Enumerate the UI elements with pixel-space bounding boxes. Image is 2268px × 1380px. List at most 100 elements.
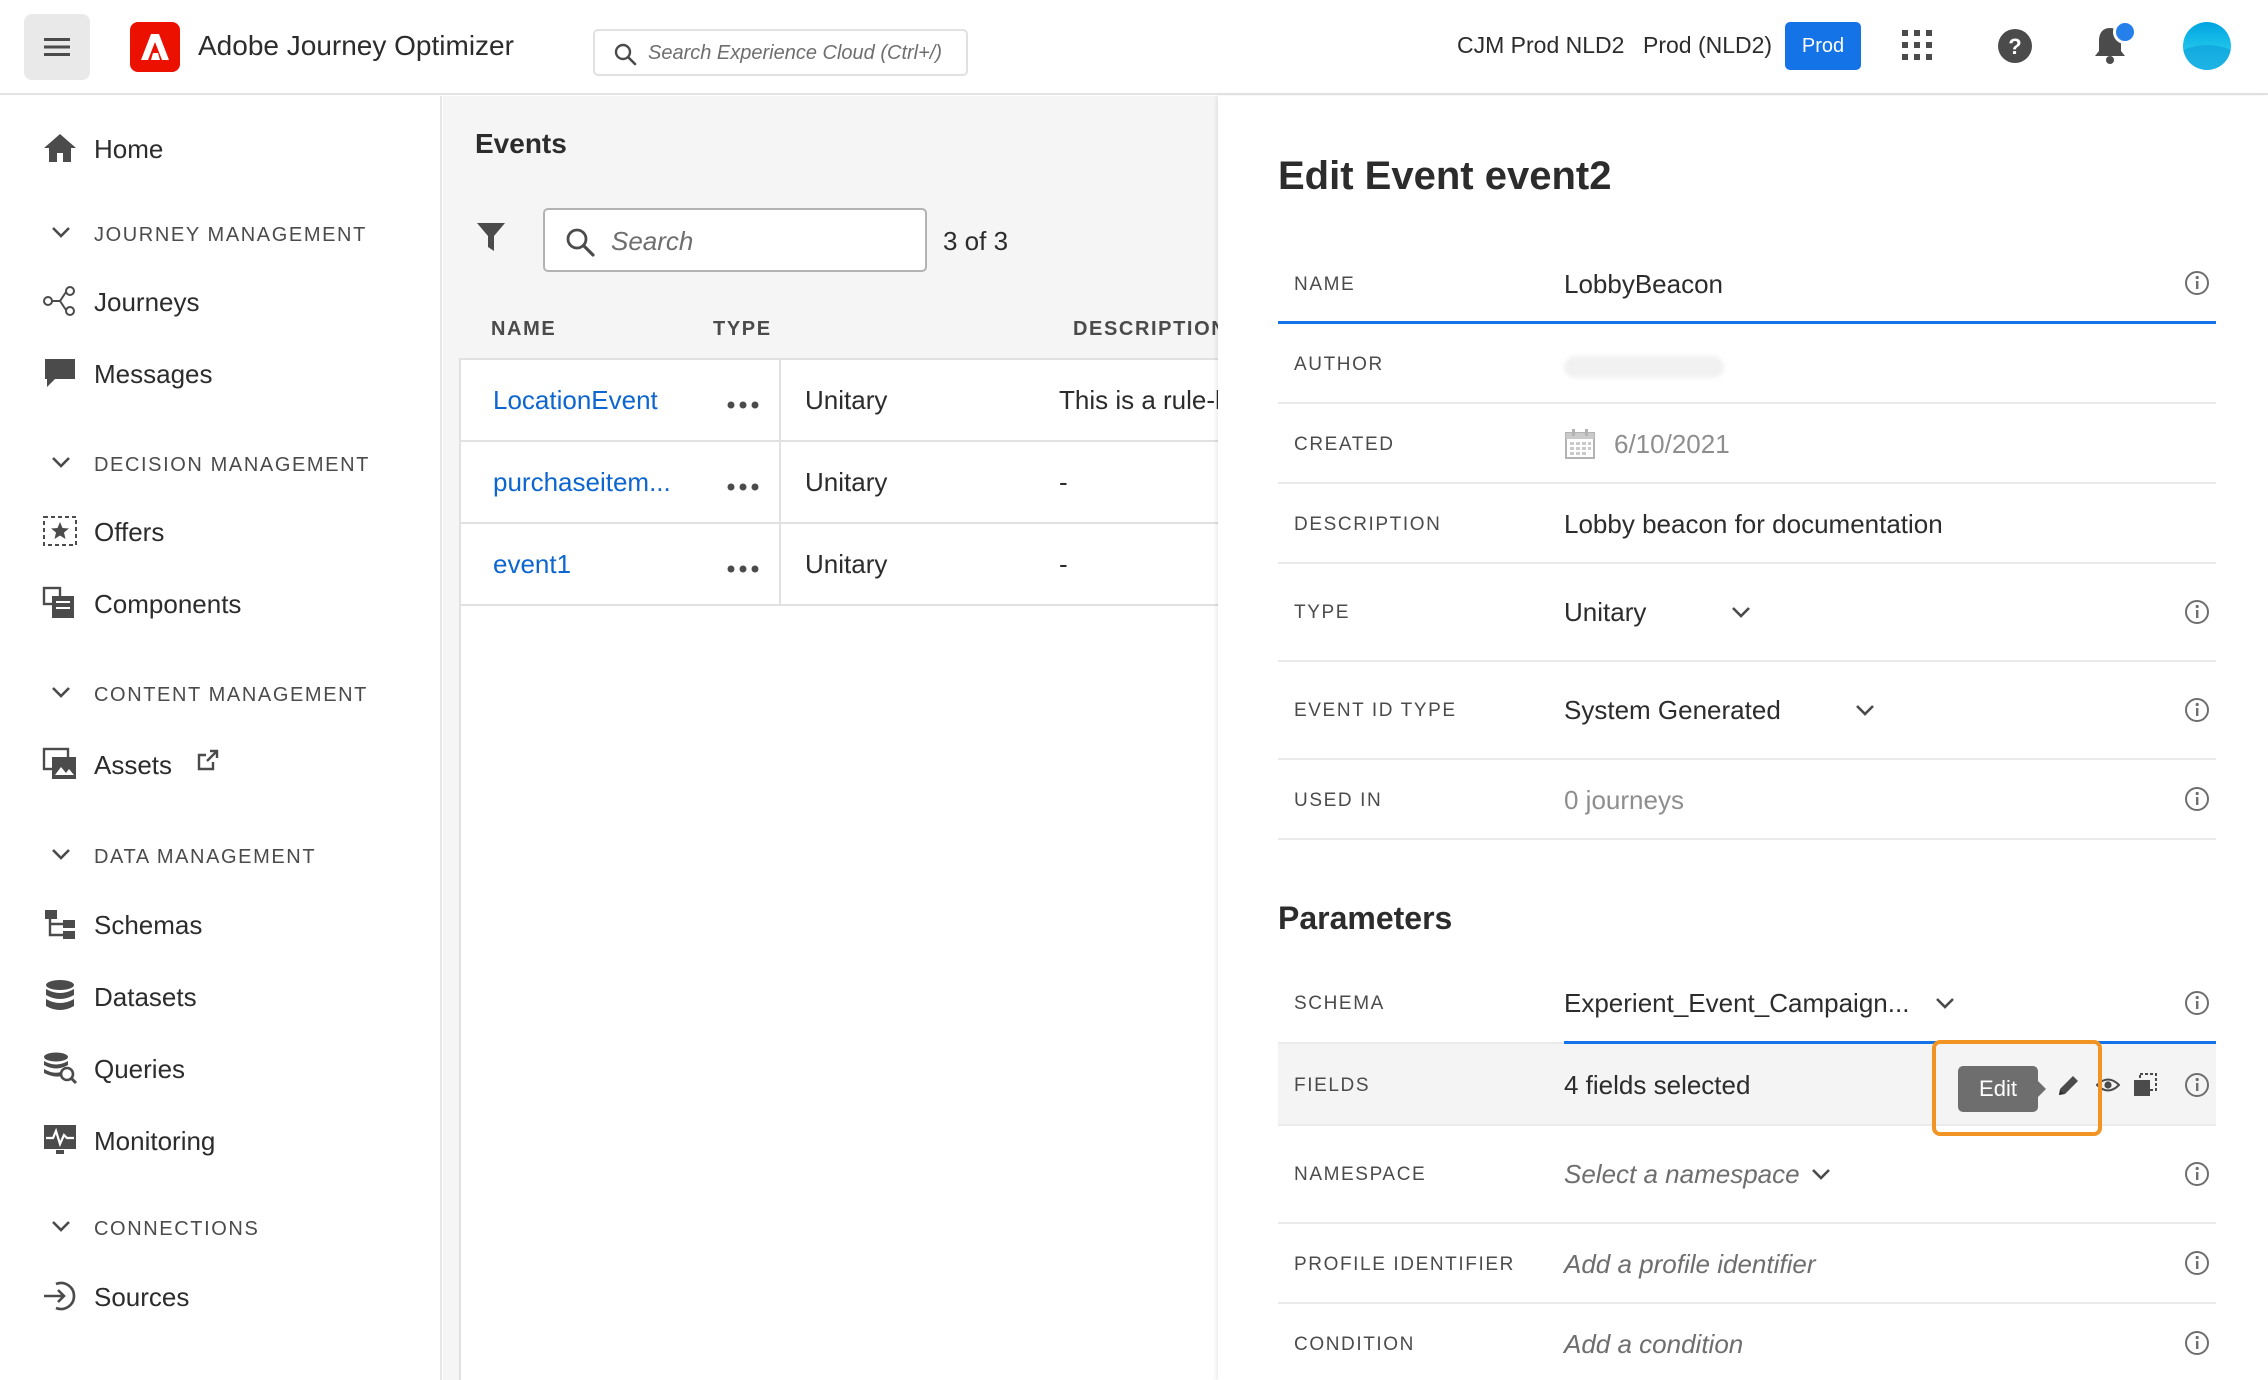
info-icon[interactable] xyxy=(2184,1161,2210,1187)
info-icon[interactable] xyxy=(2184,1330,2210,1356)
nav-item-components[interactable]: Components xyxy=(0,575,440,629)
nav-item-offers[interactable]: Offers xyxy=(0,503,440,557)
type-cell: Unitary xyxy=(779,360,1039,442)
sandbox-switcher[interactable]: Prod (NLD2) xyxy=(1643,32,1772,59)
field-row-created: CREATED 6/10/2021 xyxy=(1278,404,2216,484)
org-switcher[interactable]: CJM Prod NLD2 xyxy=(1457,32,1624,59)
search-icon xyxy=(613,42,637,66)
results-count: 3 of 3 xyxy=(943,226,1009,256)
nav-label: Monitoring xyxy=(94,1126,216,1156)
chevron-down-icon[interactable] xyxy=(1810,1166,1832,1182)
condition-input[interactable]: Add a condition xyxy=(1564,1329,1743,1360)
schema-icon xyxy=(42,909,78,939)
event-name-link[interactable]: LocationEvent xyxy=(493,385,658,416)
event-id-type-dropdown-value[interactable]: System Generated xyxy=(1564,695,1781,726)
table-row[interactable]: event1 Unitary - xyxy=(461,524,1218,606)
field-row-description: DESCRIPTION Lobby beacon for documentati… xyxy=(1278,484,2216,564)
app-title[interactable]: Adobe Journey Optimizer xyxy=(198,30,514,62)
events-table: NAME TYPE DESCRIPTION LocationEvent Unit… xyxy=(459,308,1218,1380)
chevron-down-icon[interactable] xyxy=(1854,702,1876,718)
hamburger-menu-button[interactable] xyxy=(24,14,90,80)
nav-label: Offers xyxy=(94,517,165,547)
more-actions-icon[interactable] xyxy=(727,468,759,499)
global-search-input[interactable] xyxy=(648,37,958,69)
avatar[interactable] xyxy=(2183,22,2231,70)
section-journey-management[interactable]: JOURNEY MANAGEMENT xyxy=(0,216,440,252)
nav-item-assets[interactable]: Assets xyxy=(0,736,440,790)
info-icon[interactable] xyxy=(2184,599,2210,625)
table-body: LocationEvent Unitary This is a rule-b p… xyxy=(459,358,1218,1380)
nav-item-schemas[interactable]: Schemas xyxy=(0,896,440,950)
nav-item-messages[interactable]: Messages xyxy=(0,345,440,399)
table-row[interactable]: LocationEvent Unitary This is a rule-b xyxy=(461,360,1218,442)
chevron-down-icon xyxy=(50,224,72,240)
field-label: TYPE xyxy=(1294,602,1351,623)
section-decision-management[interactable]: DECISION MANAGEMENT xyxy=(0,446,440,482)
panel-title: Edit Event event2 xyxy=(1278,154,1612,198)
section-content-management[interactable]: CONTENT MANAGEMENT xyxy=(0,676,440,712)
message-icon xyxy=(42,358,78,388)
section-label: DECISION MANAGEMENT xyxy=(94,454,370,476)
profile-identifier-input[interactable]: Add a profile identifier xyxy=(1564,1249,1815,1280)
nav-item-datasets[interactable]: Datasets xyxy=(0,968,440,1022)
journeys-icon xyxy=(42,286,78,316)
namespace-dropdown-placeholder[interactable]: Select a namespace xyxy=(1564,1159,1800,1190)
event-type: Unitary xyxy=(805,467,888,497)
copy-payload-icon[interactable] xyxy=(2132,1072,2158,1098)
field-row-author: AUTHOR xyxy=(1278,324,2216,404)
monitoring-icon xyxy=(42,1125,78,1155)
section-label: CONNECTIONS xyxy=(94,1218,260,1240)
type-cell: Unitary xyxy=(779,524,1039,606)
fields-selected-value: 4 fields selected xyxy=(1564,1070,1751,1100)
chevron-down-icon xyxy=(50,1218,72,1234)
info-icon[interactable] xyxy=(2184,697,2210,723)
more-actions-icon[interactable] xyxy=(727,550,759,581)
calendar-icon xyxy=(1564,428,1596,460)
section-label: CONTENT MANAGEMENT xyxy=(94,684,368,706)
filter-icon[interactable] xyxy=(476,221,506,253)
event-name-input[interactable]: LobbyBeacon xyxy=(1564,269,1723,300)
events-search-input[interactable] xyxy=(611,222,911,260)
nav-item-journeys[interactable]: Journeys xyxy=(0,273,440,327)
column-header-description[interactable]: DESCRIPTION xyxy=(1073,318,1218,341)
nav-label: Queries xyxy=(94,1054,186,1084)
sources-icon xyxy=(42,1281,78,1311)
external-link-icon[interactable] xyxy=(196,748,220,772)
field-row-name: NAME LobbyBeacon xyxy=(1278,244,2216,324)
info-icon[interactable] xyxy=(2184,786,2210,812)
global-search[interactable] xyxy=(593,29,968,76)
nav-item-home[interactable]: Home xyxy=(0,120,440,174)
schema-dropdown-value[interactable]: Experient_Event_Campaign... xyxy=(1564,988,1909,1019)
nav-label: Schemas xyxy=(94,910,203,940)
adobe-logo-icon[interactable] xyxy=(130,22,180,72)
field-label: CONDITION xyxy=(1294,1334,1416,1355)
help-icon[interactable]: ? xyxy=(1997,28,2033,64)
column-header-type[interactable]: TYPE xyxy=(713,318,772,341)
info-icon[interactable] xyxy=(2184,990,2210,1016)
nav-item-queries[interactable]: Queries xyxy=(0,1040,440,1094)
section-data-management[interactable]: DATA MANAGEMENT xyxy=(0,838,440,874)
environment-badge[interactable]: Prod xyxy=(1785,22,1861,70)
chevron-down-icon[interactable] xyxy=(1934,995,1956,1011)
section-connections[interactable]: CONNECTIONS xyxy=(0,1210,440,1246)
table-row[interactable]: purchaseitem... Unitary - xyxy=(461,442,1218,524)
field-row-namespace: NAMESPACE Select a namespace xyxy=(1278,1126,2216,1224)
event-type: Unitary xyxy=(805,385,888,415)
info-icon[interactable] xyxy=(2184,1250,2210,1276)
author-value-redacted xyxy=(1564,356,1724,378)
info-icon[interactable] xyxy=(2184,270,2210,296)
chevron-down-icon[interactable] xyxy=(1730,604,1752,620)
more-actions-icon[interactable] xyxy=(727,386,759,417)
column-header-name[interactable]: NAME xyxy=(491,318,556,341)
apps-grid-icon[interactable] xyxy=(1900,28,1934,62)
event-name-link[interactable]: event1 xyxy=(493,549,571,580)
events-search[interactable] xyxy=(543,208,927,272)
query-icon xyxy=(42,1052,78,1085)
nav-item-sources[interactable]: Sources xyxy=(0,1268,440,1322)
event-name-link[interactable]: purchaseitem... xyxy=(493,467,671,498)
description-input[interactable]: Lobby beacon for documentation xyxy=(1564,509,1943,540)
type-dropdown-value[interactable]: Unitary xyxy=(1564,597,1646,628)
info-icon[interactable] xyxy=(2184,1072,2210,1098)
field-label: NAMESPACE xyxy=(1294,1164,1427,1185)
nav-item-monitoring[interactable]: Monitoring xyxy=(0,1112,440,1166)
